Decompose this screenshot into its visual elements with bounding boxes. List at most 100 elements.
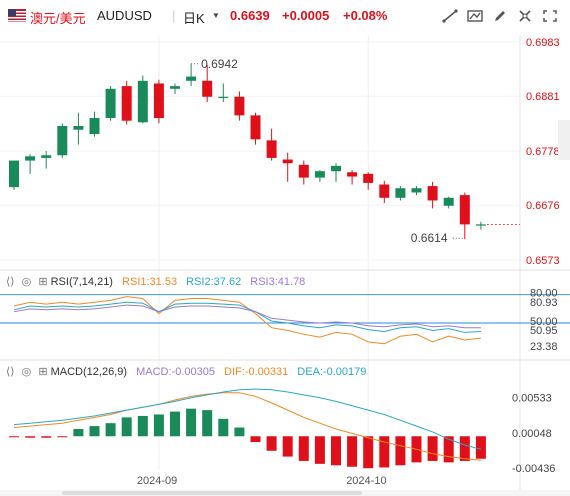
macd-histogram-bar xyxy=(363,436,374,469)
macd-histogram-bar xyxy=(298,436,309,461)
price-tick-label: 0.6881 xyxy=(526,91,560,103)
macd-value: MACD:-0.00305 xyxy=(136,366,215,378)
macd-header: ⟨⟩ ◎ ⊞ MACD(12,26,9) MACD:-0.00305 DIF:-… xyxy=(6,365,366,378)
macd-histogram-bar xyxy=(89,426,100,437)
candle-body xyxy=(266,140,277,158)
macd-histogram-bar xyxy=(266,436,277,451)
candle-body xyxy=(427,186,438,201)
grid-lines xyxy=(0,36,570,490)
timeframe-selector[interactable]: 日K xyxy=(183,8,205,27)
rsi-tick-label: 80.93 xyxy=(530,297,558,309)
low-annotation: 0.6614 xyxy=(411,231,448,245)
candle-body xyxy=(41,155,52,158)
rsi2-value: RSI2:37.62 xyxy=(186,276,242,288)
candle-body xyxy=(443,197,454,206)
macd-histogram-bar xyxy=(105,423,116,437)
dif-line xyxy=(13,392,481,461)
candle-body xyxy=(105,88,116,119)
candle-body xyxy=(298,164,309,178)
macd-histogram-bar xyxy=(427,436,438,461)
caret-down-icon[interactable]: ▼ xyxy=(212,11,220,20)
rsi1-value: RSI1:31.53 xyxy=(122,276,178,288)
macd-histogram-bar xyxy=(170,411,180,437)
macd-histogram-bar xyxy=(250,436,261,443)
symbol-code[interactable]: AUDUSD xyxy=(97,8,152,23)
rsi-title: RSI(7,14,21) xyxy=(50,276,113,288)
price-tick-label: 0.6983 xyxy=(526,37,560,49)
macd-tick-label: 0.00048 xyxy=(512,428,552,440)
price-tick-label: 0.6676 xyxy=(526,200,560,212)
macd-histogram-bar xyxy=(234,427,245,437)
high-annotation: 0.6942 xyxy=(201,57,238,71)
dea-value: DEA:-0.00179 xyxy=(297,366,367,378)
candle-body xyxy=(137,80,148,123)
price-tick-label: 0.6778 xyxy=(526,146,560,158)
candle-body xyxy=(379,184,390,198)
macd-histogram-bar xyxy=(57,436,68,438)
candle-body xyxy=(73,126,84,130)
price-tick-label: 0.6573 xyxy=(526,255,560,267)
macd-tick-label: -0.00436 xyxy=(512,463,555,475)
candlestick-series xyxy=(9,63,486,240)
rsi-tick-label: 23.38 xyxy=(530,341,558,353)
pen-icon[interactable] xyxy=(491,8,511,26)
price-change: +0.0005 xyxy=(282,8,330,23)
macd-histogram-bar xyxy=(282,436,293,457)
draw-line-icon[interactable] xyxy=(441,8,461,26)
side-handle xyxy=(558,120,570,160)
macd-histogram-bar xyxy=(153,414,164,437)
macd-tick-label: 0.00533 xyxy=(512,393,552,405)
macd-histogram-bar xyxy=(202,410,213,437)
macd-histogram-bar xyxy=(73,429,84,437)
macd-histogram-bar xyxy=(186,408,197,437)
candle-body xyxy=(57,126,68,156)
macd-histogram-bar xyxy=(121,417,132,437)
candle-body xyxy=(363,173,374,183)
macd-panel: 0.00533 0.00048 -0.00436 xyxy=(9,388,555,475)
candle-body xyxy=(411,188,422,193)
candle-body xyxy=(250,115,261,140)
macd-histogram-bar xyxy=(314,436,325,464)
candle-body xyxy=(234,96,245,116)
indicator-icon[interactable] xyxy=(466,8,486,26)
fullscreen-icon[interactable] xyxy=(541,8,561,26)
candle-body xyxy=(202,80,213,97)
candle-body xyxy=(218,96,229,98)
rsi-panel: 80.0080.9350.0050.9523.38 xyxy=(0,288,570,353)
macd-histogram-bar xyxy=(331,436,341,466)
info-icon[interactable]: ⊞ xyxy=(38,276,47,288)
macd-histogram-bar xyxy=(475,436,486,459)
collapse-icon[interactable]: ⟨⟩ xyxy=(6,366,15,378)
rsi-tick-label: 50.95 xyxy=(530,325,558,337)
candle-body xyxy=(170,86,180,89)
price-change-percent: +0.08% xyxy=(343,8,388,23)
macd-histogram-bar xyxy=(218,418,229,437)
candle-body xyxy=(89,118,100,134)
macd-histogram-bar xyxy=(347,436,358,467)
time-tick-label: 2024-10 xyxy=(346,475,386,487)
candle-body xyxy=(475,224,486,226)
top-bar: 澳元/美元 AUDUSD | 日K ▼ 0.6639 +0.0005 +0.08… xyxy=(0,0,570,34)
candle-body xyxy=(314,171,325,178)
macd-histogram-bar xyxy=(9,436,19,438)
info-icon[interactable]: ⊞ xyxy=(38,366,47,378)
candle-body xyxy=(186,76,197,81)
price-axis: 0.6983 0.6881 0.6778 0.6676 0.6573 xyxy=(526,37,560,267)
settings-small-icon[interactable]: ◎ xyxy=(22,366,32,378)
macd-histogram-bar xyxy=(41,436,52,438)
symbol-chinese-name[interactable]: 澳元/美元 xyxy=(30,8,86,27)
chart-area[interactable]: 0.6983 0.6881 0.6778 0.6676 0.6573 0.6942 0.6… xyxy=(0,34,570,496)
candle-body xyxy=(331,165,341,172)
candle-body xyxy=(347,172,358,177)
last-price: 0.6639 xyxy=(230,8,270,23)
settings-icon[interactable] xyxy=(516,8,536,26)
dif-value: DIF:-0.00331 xyxy=(224,366,289,378)
settings-small-icon[interactable]: ◎ xyxy=(22,276,32,288)
time-tick-label: 2024-09 xyxy=(137,475,177,487)
collapse-icon[interactable]: ⟨⟩ xyxy=(6,276,15,288)
candle-body xyxy=(459,195,470,225)
rsi-line-rsi1 xyxy=(13,296,481,345)
candle-body xyxy=(282,159,293,164)
candle-body xyxy=(121,86,132,121)
rsi-header: ⟨⟩ ◎ ⊞ RSI(7,14,21) RSI1:31.53 RSI2:37.6… xyxy=(6,275,305,288)
